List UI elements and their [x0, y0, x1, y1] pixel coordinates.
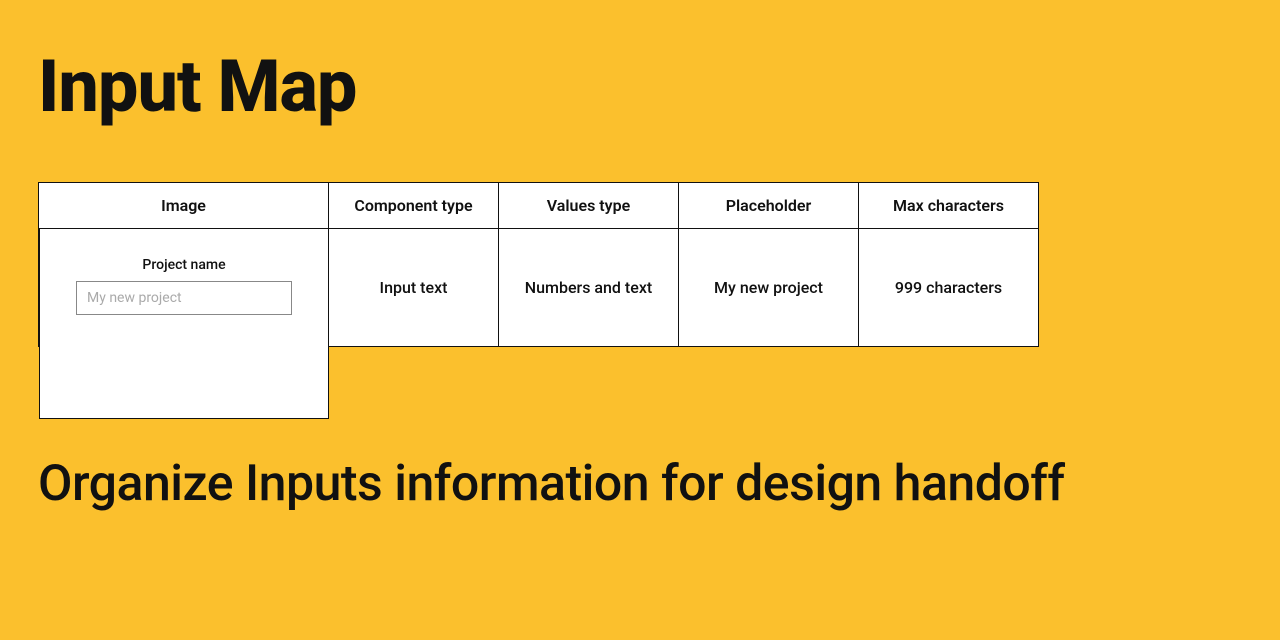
cell-max-characters: 999 characters [859, 229, 1039, 347]
spec-table-container: Image Component type Values type Placeho… [38, 182, 1039, 347]
input-preview-label: Project name [64, 257, 304, 273]
header-values-type: Values type [499, 183, 679, 229]
input-preview-card: Project name [39, 229, 329, 419]
cell-placeholder: My new project [679, 229, 859, 347]
table-row: Project name Input text Numbers and text… [39, 229, 1039, 347]
cell-image-preview: Project name [39, 229, 329, 347]
spec-table: Image Component type Values type Placeho… [38, 182, 1039, 347]
table-header-row: Image Component type Values type Placeho… [39, 183, 1039, 229]
header-image: Image [39, 183, 329, 229]
page-subtitle: Organize Inputs information for design h… [38, 452, 1065, 517]
header-max-characters: Max characters [859, 183, 1039, 229]
header-placeholder: Placeholder [679, 183, 859, 229]
header-component-type: Component type [329, 183, 499, 229]
page-title: Input Map [38, 44, 356, 129]
cell-component-type: Input text [329, 229, 499, 347]
cell-values-type: Numbers and text [499, 229, 679, 347]
project-name-input[interactable] [76, 281, 292, 315]
